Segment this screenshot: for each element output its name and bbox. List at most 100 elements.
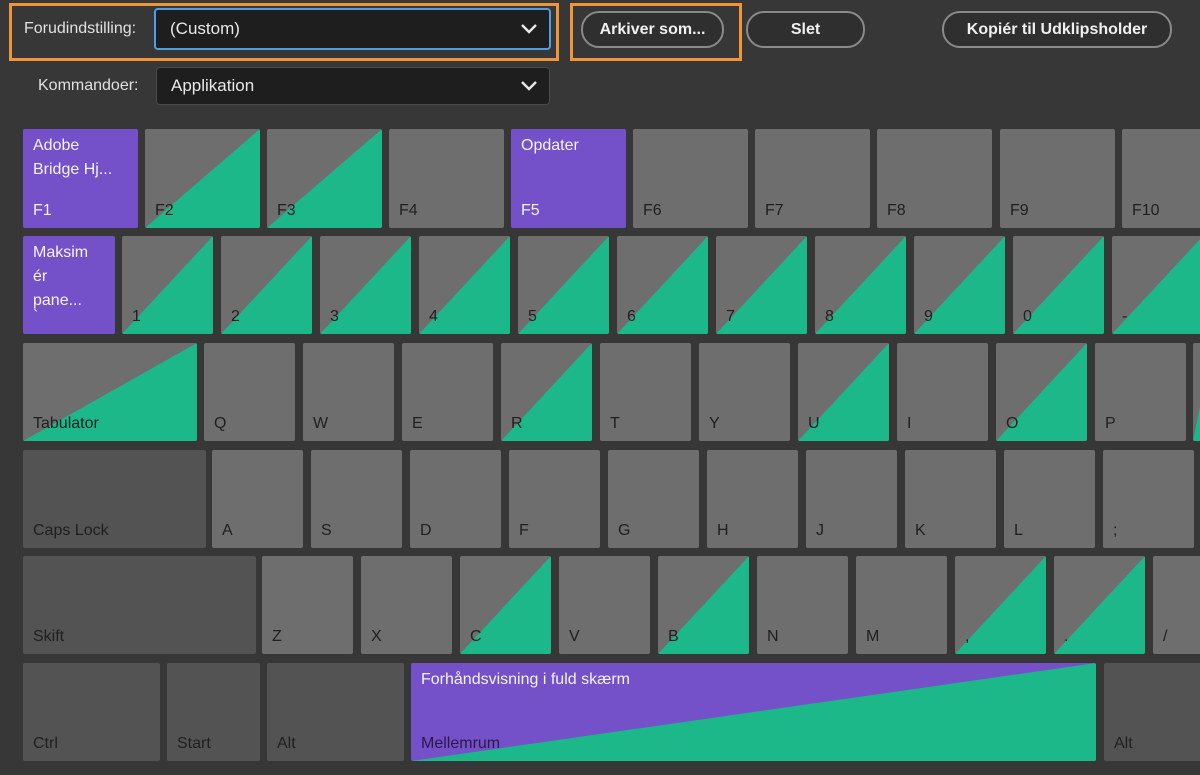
- key-n[interactable]: N: [757, 556, 848, 654]
- key-j[interactable]: J: [806, 450, 897, 548]
- key-f7[interactable]: F7: [755, 129, 870, 228]
- preset-dropdown[interactable]: (Custom): [154, 8, 551, 50]
- key-skift[interactable]: Skift: [23, 556, 256, 654]
- key-command-label: Maksim ér pane...: [33, 244, 89, 309]
- key-q[interactable]: Q: [204, 343, 295, 441]
- key-c[interactable]: C: [460, 556, 551, 654]
- preset-value: (Custom): [170, 19, 240, 38]
- key-start[interactable]: Start: [167, 663, 260, 761]
- save-as-button[interactable]: Arkiver som...: [581, 11, 724, 48]
- key-label: 2: [231, 308, 240, 325]
- key-e[interactable]: E: [402, 343, 493, 441]
- key-label: F3: [277, 202, 296, 219]
- key-ctrl[interactable]: Ctrl: [23, 663, 160, 761]
- key-label: -: [1122, 308, 1128, 325]
- key--[interactable]: ;: [1103, 450, 1194, 548]
- key-6[interactable]: 6: [617, 236, 708, 334]
- key-i[interactable]: I: [897, 343, 988, 441]
- key-label: Alt: [1114, 735, 1133, 752]
- key-label: M: [866, 628, 880, 645]
- key-l[interactable]: L: [1004, 450, 1095, 548]
- key--[interactable]: /: [1153, 556, 1200, 654]
- key-label: T: [610, 415, 620, 432]
- key-label: Q: [214, 415, 227, 432]
- key-label: B: [668, 628, 679, 645]
- key-command-label: Opdater: [521, 137, 579, 154]
- key-0[interactable]: 0: [1013, 236, 1104, 334]
- key-label: Start: [177, 735, 211, 752]
- key-blank[interactable]: [1193, 343, 1200, 441]
- chevron-down-icon: [521, 81, 537, 91]
- key-label: Y: [709, 415, 720, 432]
- key-d[interactable]: D: [410, 450, 501, 548]
- key-o[interactable]: O: [996, 343, 1087, 441]
- key-label: P: [1105, 415, 1116, 432]
- key-9[interactable]: 9: [914, 236, 1005, 334]
- key-8[interactable]: 8: [815, 236, 906, 334]
- key-z[interactable]: Z: [262, 556, 353, 654]
- key--[interactable]: .: [1054, 556, 1145, 654]
- key-label: N: [767, 628, 779, 645]
- key-s[interactable]: S: [311, 450, 402, 548]
- key-f4[interactable]: F4: [389, 129, 504, 228]
- key-x[interactable]: X: [361, 556, 452, 654]
- key-tabulator[interactable]: Tabulator: [23, 343, 197, 441]
- key-label: A: [222, 522, 233, 539]
- key-label: 6: [627, 308, 636, 325]
- key-label: K: [915, 522, 926, 539]
- key-r[interactable]: R: [501, 343, 592, 441]
- key-label: S: [321, 522, 332, 539]
- key-alt[interactable]: Alt: [1104, 663, 1200, 761]
- key-label: D: [420, 522, 432, 539]
- copy-to-clipboard-button[interactable]: Kopiér til Udklipsholder: [942, 11, 1172, 48]
- key-f1[interactable]: Adobe Bridge Hj... F1: [23, 129, 138, 228]
- key-1[interactable]: 1: [122, 236, 213, 334]
- key-p[interactable]: P: [1095, 343, 1186, 441]
- key-label: Caps Lock: [33, 522, 109, 539]
- key-m[interactable]: M: [856, 556, 947, 654]
- key-3[interactable]: 3: [320, 236, 411, 334]
- key-label: O: [1006, 415, 1019, 432]
- key-label: F: [519, 522, 529, 539]
- key-5[interactable]: 5: [518, 236, 609, 334]
- key--[interactable]: ,: [955, 556, 1046, 654]
- key-f9[interactable]: F9: [1000, 129, 1115, 228]
- delete-button[interactable]: Slet: [746, 11, 865, 48]
- key-label: F7: [765, 202, 784, 219]
- key-label: E: [412, 415, 423, 432]
- key-k[interactable]: K: [905, 450, 996, 548]
- key-alt[interactable]: Alt: [267, 663, 404, 761]
- key-f10[interactable]: F10: [1122, 129, 1200, 228]
- key-f3[interactable]: F3: [267, 129, 382, 228]
- key-label: W: [313, 415, 329, 432]
- key-v[interactable]: V: [559, 556, 650, 654]
- key-label: /: [1163, 628, 1168, 645]
- key-f6[interactable]: F6: [633, 129, 748, 228]
- commands-dropdown[interactable]: Applikation: [156, 67, 550, 105]
- key-f[interactable]: F: [509, 450, 600, 548]
- key-label: 3: [330, 308, 339, 325]
- key-label: U: [808, 415, 820, 432]
- key-7[interactable]: 7: [716, 236, 807, 334]
- key-t[interactable]: T: [600, 343, 691, 441]
- key-label: Mellemrum: [421, 735, 501, 752]
- key-mellemrum[interactable]: Forhåndsvisning i fuld skærm Mellemrum: [411, 663, 1096, 761]
- key--[interactable]: -: [1112, 236, 1200, 334]
- key-caps-lock[interactable]: Caps Lock: [23, 450, 206, 548]
- key-y[interactable]: Y: [699, 343, 790, 441]
- key-f2[interactable]: F2: [145, 129, 260, 228]
- key-g[interactable]: G: [608, 450, 699, 548]
- key-2[interactable]: 2: [221, 236, 312, 334]
- key-f8[interactable]: F8: [877, 129, 992, 228]
- key-f5[interactable]: Opdater F5: [511, 129, 626, 228]
- key-b[interactable]: B: [658, 556, 749, 654]
- key-label: 4: [429, 308, 438, 325]
- key-h[interactable]: H: [707, 450, 798, 548]
- key-a[interactable]: A: [212, 450, 303, 548]
- key--[interactable]: Maksim ér pane... `: [23, 236, 115, 334]
- key-u[interactable]: U: [798, 343, 889, 441]
- key-label: C: [470, 628, 482, 645]
- preset-label: Forudindstilling:: [24, 20, 137, 37]
- key-4[interactable]: 4: [419, 236, 510, 334]
- key-w[interactable]: W: [303, 343, 394, 441]
